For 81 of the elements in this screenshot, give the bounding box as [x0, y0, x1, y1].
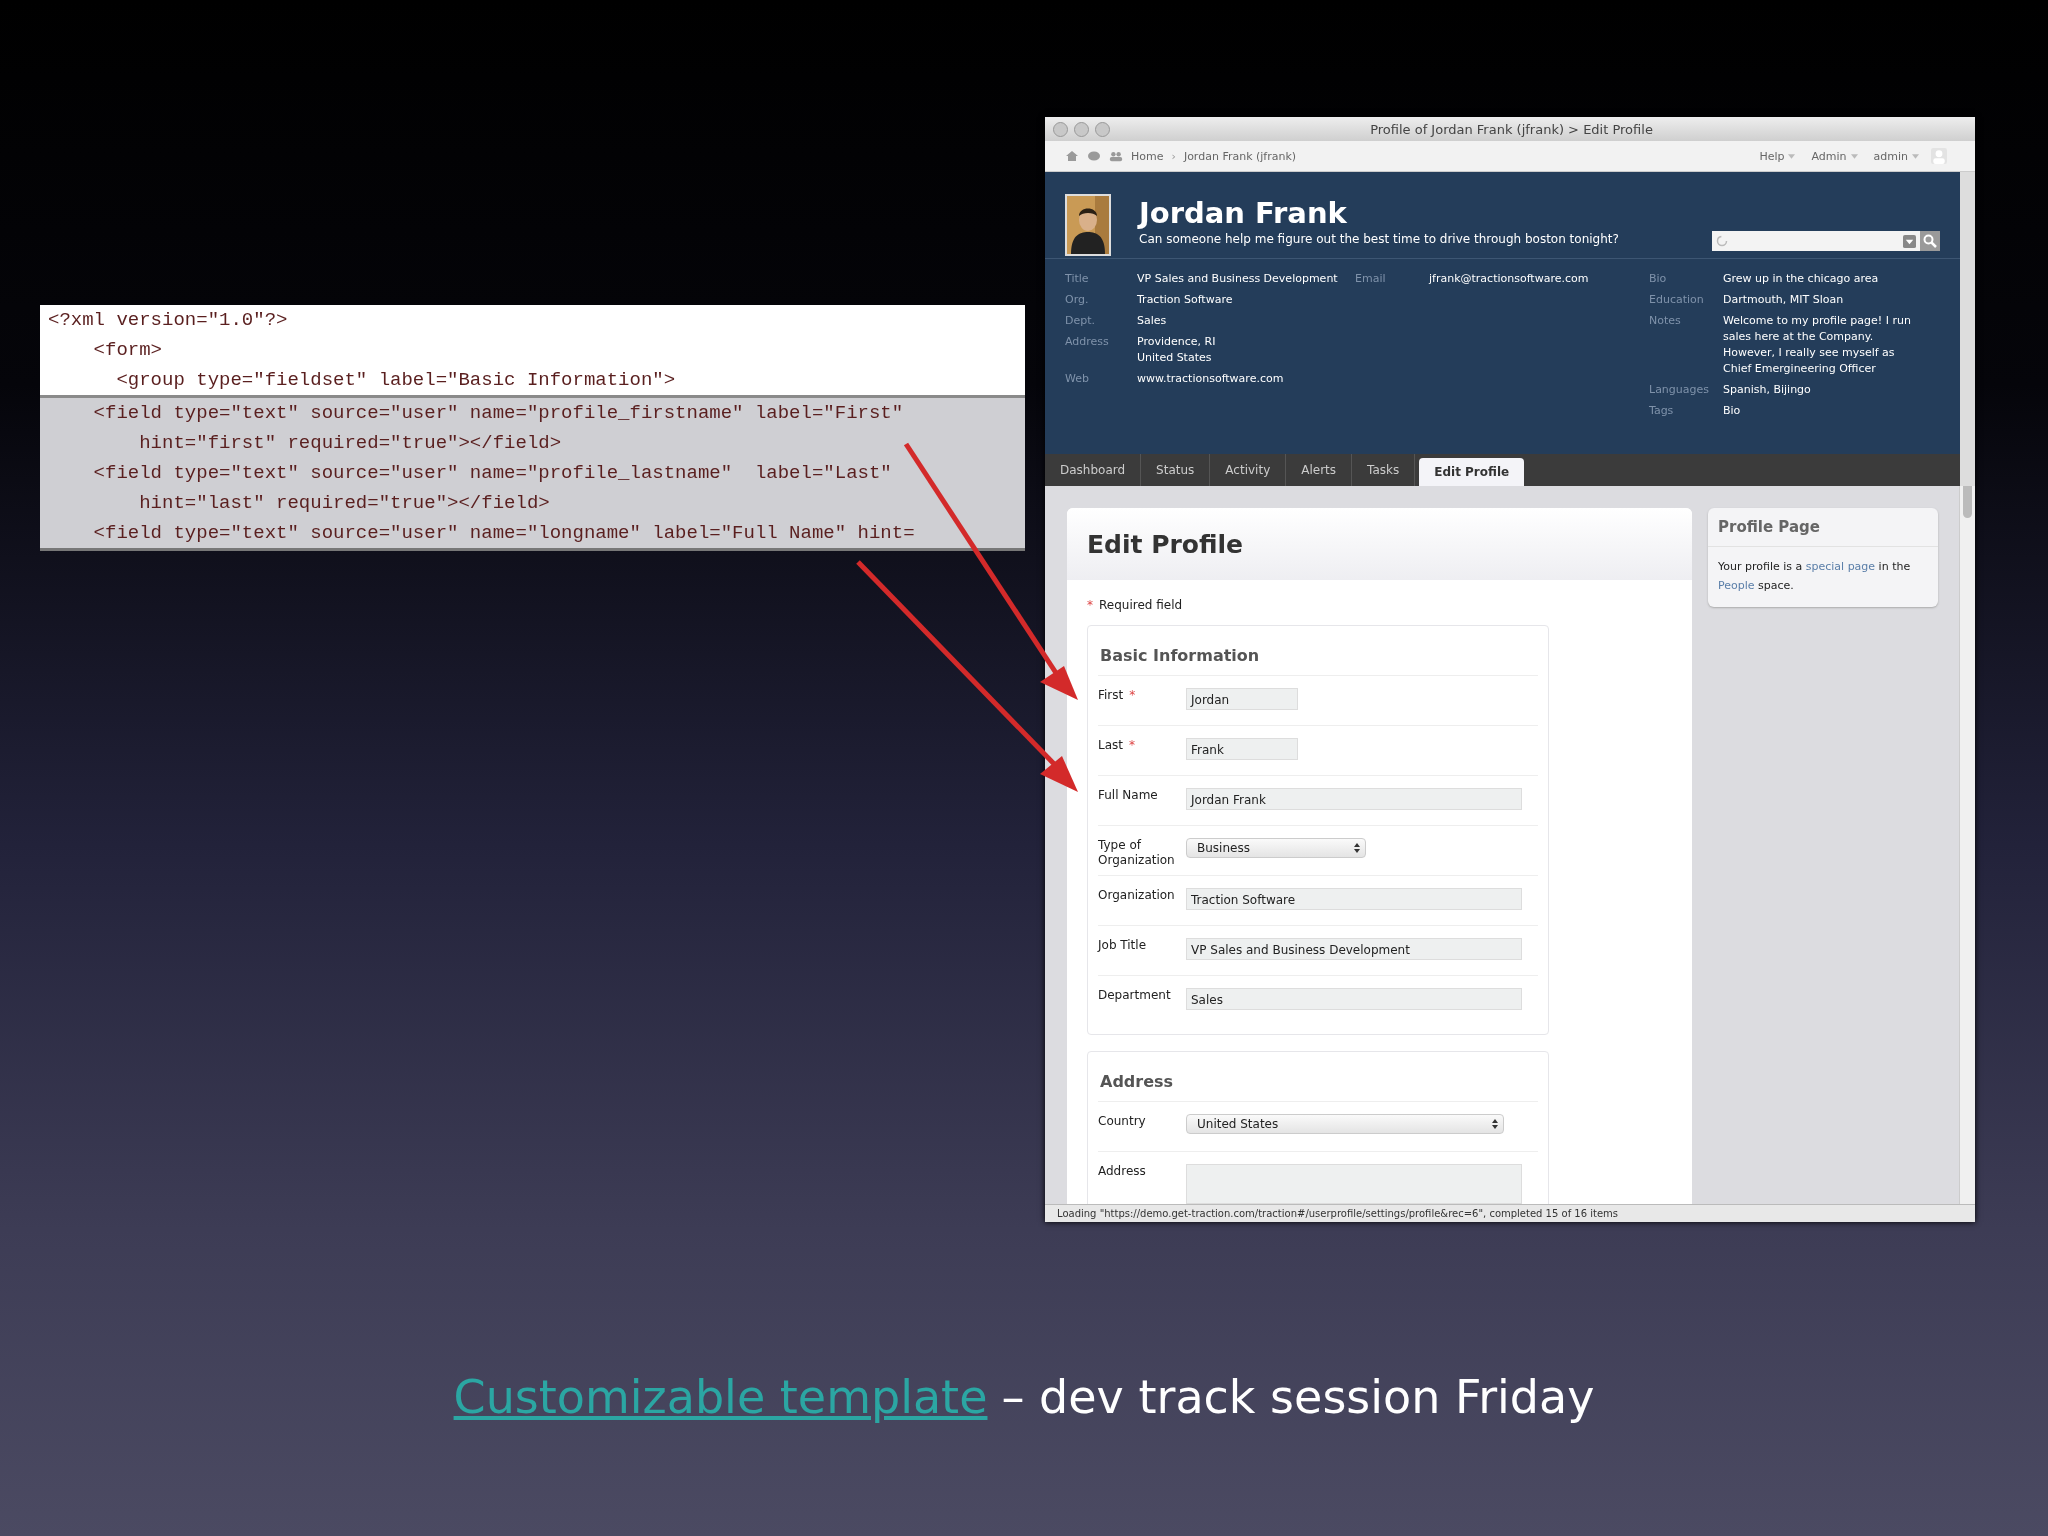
caption-text: – dev track session Friday — [1001, 1370, 1595, 1424]
sidebar-title: Profile Page — [1708, 508, 1938, 547]
field-label: First — [1098, 688, 1124, 703]
search-button[interactable] — [1920, 231, 1940, 251]
dropdown-icon[interactable] — [1903, 234, 1916, 248]
detail-label: Bio — [1649, 271, 1668, 287]
field-label: Department — [1098, 988, 1171, 1003]
text-link[interactable]: People — [1718, 579, 1755, 592]
code-line: <?xml version="1.0"?> — [47, 308, 289, 333]
input-field[interactable]: Jordan Frank — [1186, 788, 1522, 810]
detail-value: Bio — [1723, 403, 1742, 419]
required-asterisk: * — [1087, 598, 1093, 612]
field-label: Organization — [1098, 888, 1175, 903]
menu-button[interactable]: Admin — [1807, 149, 1862, 163]
spinner-icon — [1716, 235, 1728, 247]
input-field[interactable]: Jordan — [1186, 688, 1298, 710]
detail-value: Traction Software — [1137, 292, 1233, 308]
window-zoom-button[interactable] — [1095, 121, 1110, 137]
page-title: Edit Profile — [1087, 529, 1244, 559]
profile-name: Jordan Frank — [1139, 196, 1348, 230]
window-title: Profile of Jordan Frank (jfrank) > Edit Profile — [1370, 121, 1653, 137]
updown-icon — [1353, 842, 1361, 854]
input-field[interactable]: Frank — [1186, 738, 1298, 760]
detail-label: Web — [1065, 371, 1090, 387]
field-label: Last — [1098, 738, 1123, 753]
breadcrumb-separator: › — [1171, 149, 1176, 163]
detail-label: Title — [1065, 271, 1090, 287]
field-label: Full Name — [1098, 788, 1158, 803]
field-label: Country — [1098, 1114, 1146, 1129]
code-line: <form> — [92, 338, 164, 363]
sidebar-text: Your profile is a special page in the People space. — [1717, 559, 1912, 594]
detail-value: Grew up in the chicago area — [1723, 271, 1880, 287]
menu-button[interactable]: Help — [1755, 149, 1800, 163]
text-link[interactable]: special page — [1805, 560, 1876, 573]
input-field[interactable]: Traction Software — [1186, 888, 1522, 910]
user-icon[interactable] — [1931, 148, 1947, 164]
window-close-button[interactable] — [1053, 121, 1068, 137]
select-dropdown[interactable]: Business — [1186, 838, 1366, 858]
field-label: Address — [1098, 1164, 1146, 1179]
chat-icon[interactable] — [1087, 150, 1101, 162]
detail-label: Address — [1065, 334, 1110, 350]
detail-value: www.tractionsoftware.com — [1137, 371, 1284, 387]
detail-value: Spanish, Bijingo — [1723, 382, 1812, 398]
section-title: Address — [1098, 1052, 1538, 1102]
input-field[interactable]: Sales — [1186, 988, 1522, 1010]
tab[interactable]: Edit Profile — [1419, 458, 1525, 486]
required-asterisk: * — [1129, 688, 1136, 702]
breadcrumb-link[interactable]: Home — [1131, 149, 1164, 163]
field-label: Type of Organization — [1098, 838, 1176, 868]
field-label: Job Title — [1098, 938, 1147, 953]
detail-label: Org. — [1065, 292, 1090, 308]
menu-button[interactable]: admin — [1869, 149, 1923, 163]
detail-value: Sales — [1137, 313, 1167, 329]
caret-icon — [1788, 153, 1796, 159]
required-note: Required field — [1099, 598, 1183, 612]
detail-value: jfrank@tractionsoftware.com — [1429, 271, 1589, 287]
detail-label: Languages — [1649, 382, 1711, 398]
detail-label: Education — [1649, 292, 1705, 308]
detail-label: Tags — [1649, 403, 1675, 419]
window-minimize-button[interactable] — [1074, 121, 1089, 137]
people-icon[interactable] — [1109, 150, 1123, 162]
detail-value: Welcome to my profile page! I run sales here at the Company. However, I really see myself as Chief Emergineering Officer — [1723, 313, 1912, 377]
detail-label: Notes — [1649, 313, 1682, 329]
input-field[interactable]: VP Sales and Business Development — [1186, 938, 1522, 960]
section-title: Basic Information — [1098, 626, 1538, 676]
breadcrumb-link[interactable]: Jordan Frank (jfrank) — [1183, 149, 1297, 163]
detail-value: Providence, RI United States — [1137, 334, 1216, 366]
detail-value: Dartmouth, MIT Sloan — [1723, 292, 1845, 308]
caret-icon — [1912, 153, 1919, 159]
detail-label: Dept. — [1065, 313, 1097, 329]
select-dropdown[interactable]: United States — [1186, 1114, 1504, 1134]
home-icon[interactable] — [1065, 150, 1079, 162]
status-bar: Loading "https://demo.get-traction.com/traction#/userprofile/settings/profile&rec=6", completed 15 of 16 items — [1045, 1204, 1975, 1222]
code-line: <group type="fieldset" label="Basic Information"> — [115, 368, 677, 393]
updown-icon — [1491, 1118, 1499, 1130]
required-asterisk: * — [1129, 738, 1135, 752]
search-field[interactable] — [1712, 231, 1920, 251]
detail-label: Email — [1355, 271, 1387, 287]
status-message: Can someone help me figure out the best time to drive through boston tonight? — [1139, 232, 1620, 246]
detail-value: VP Sales and Business Development — [1137, 271, 1338, 287]
caret-icon — [1850, 153, 1858, 159]
